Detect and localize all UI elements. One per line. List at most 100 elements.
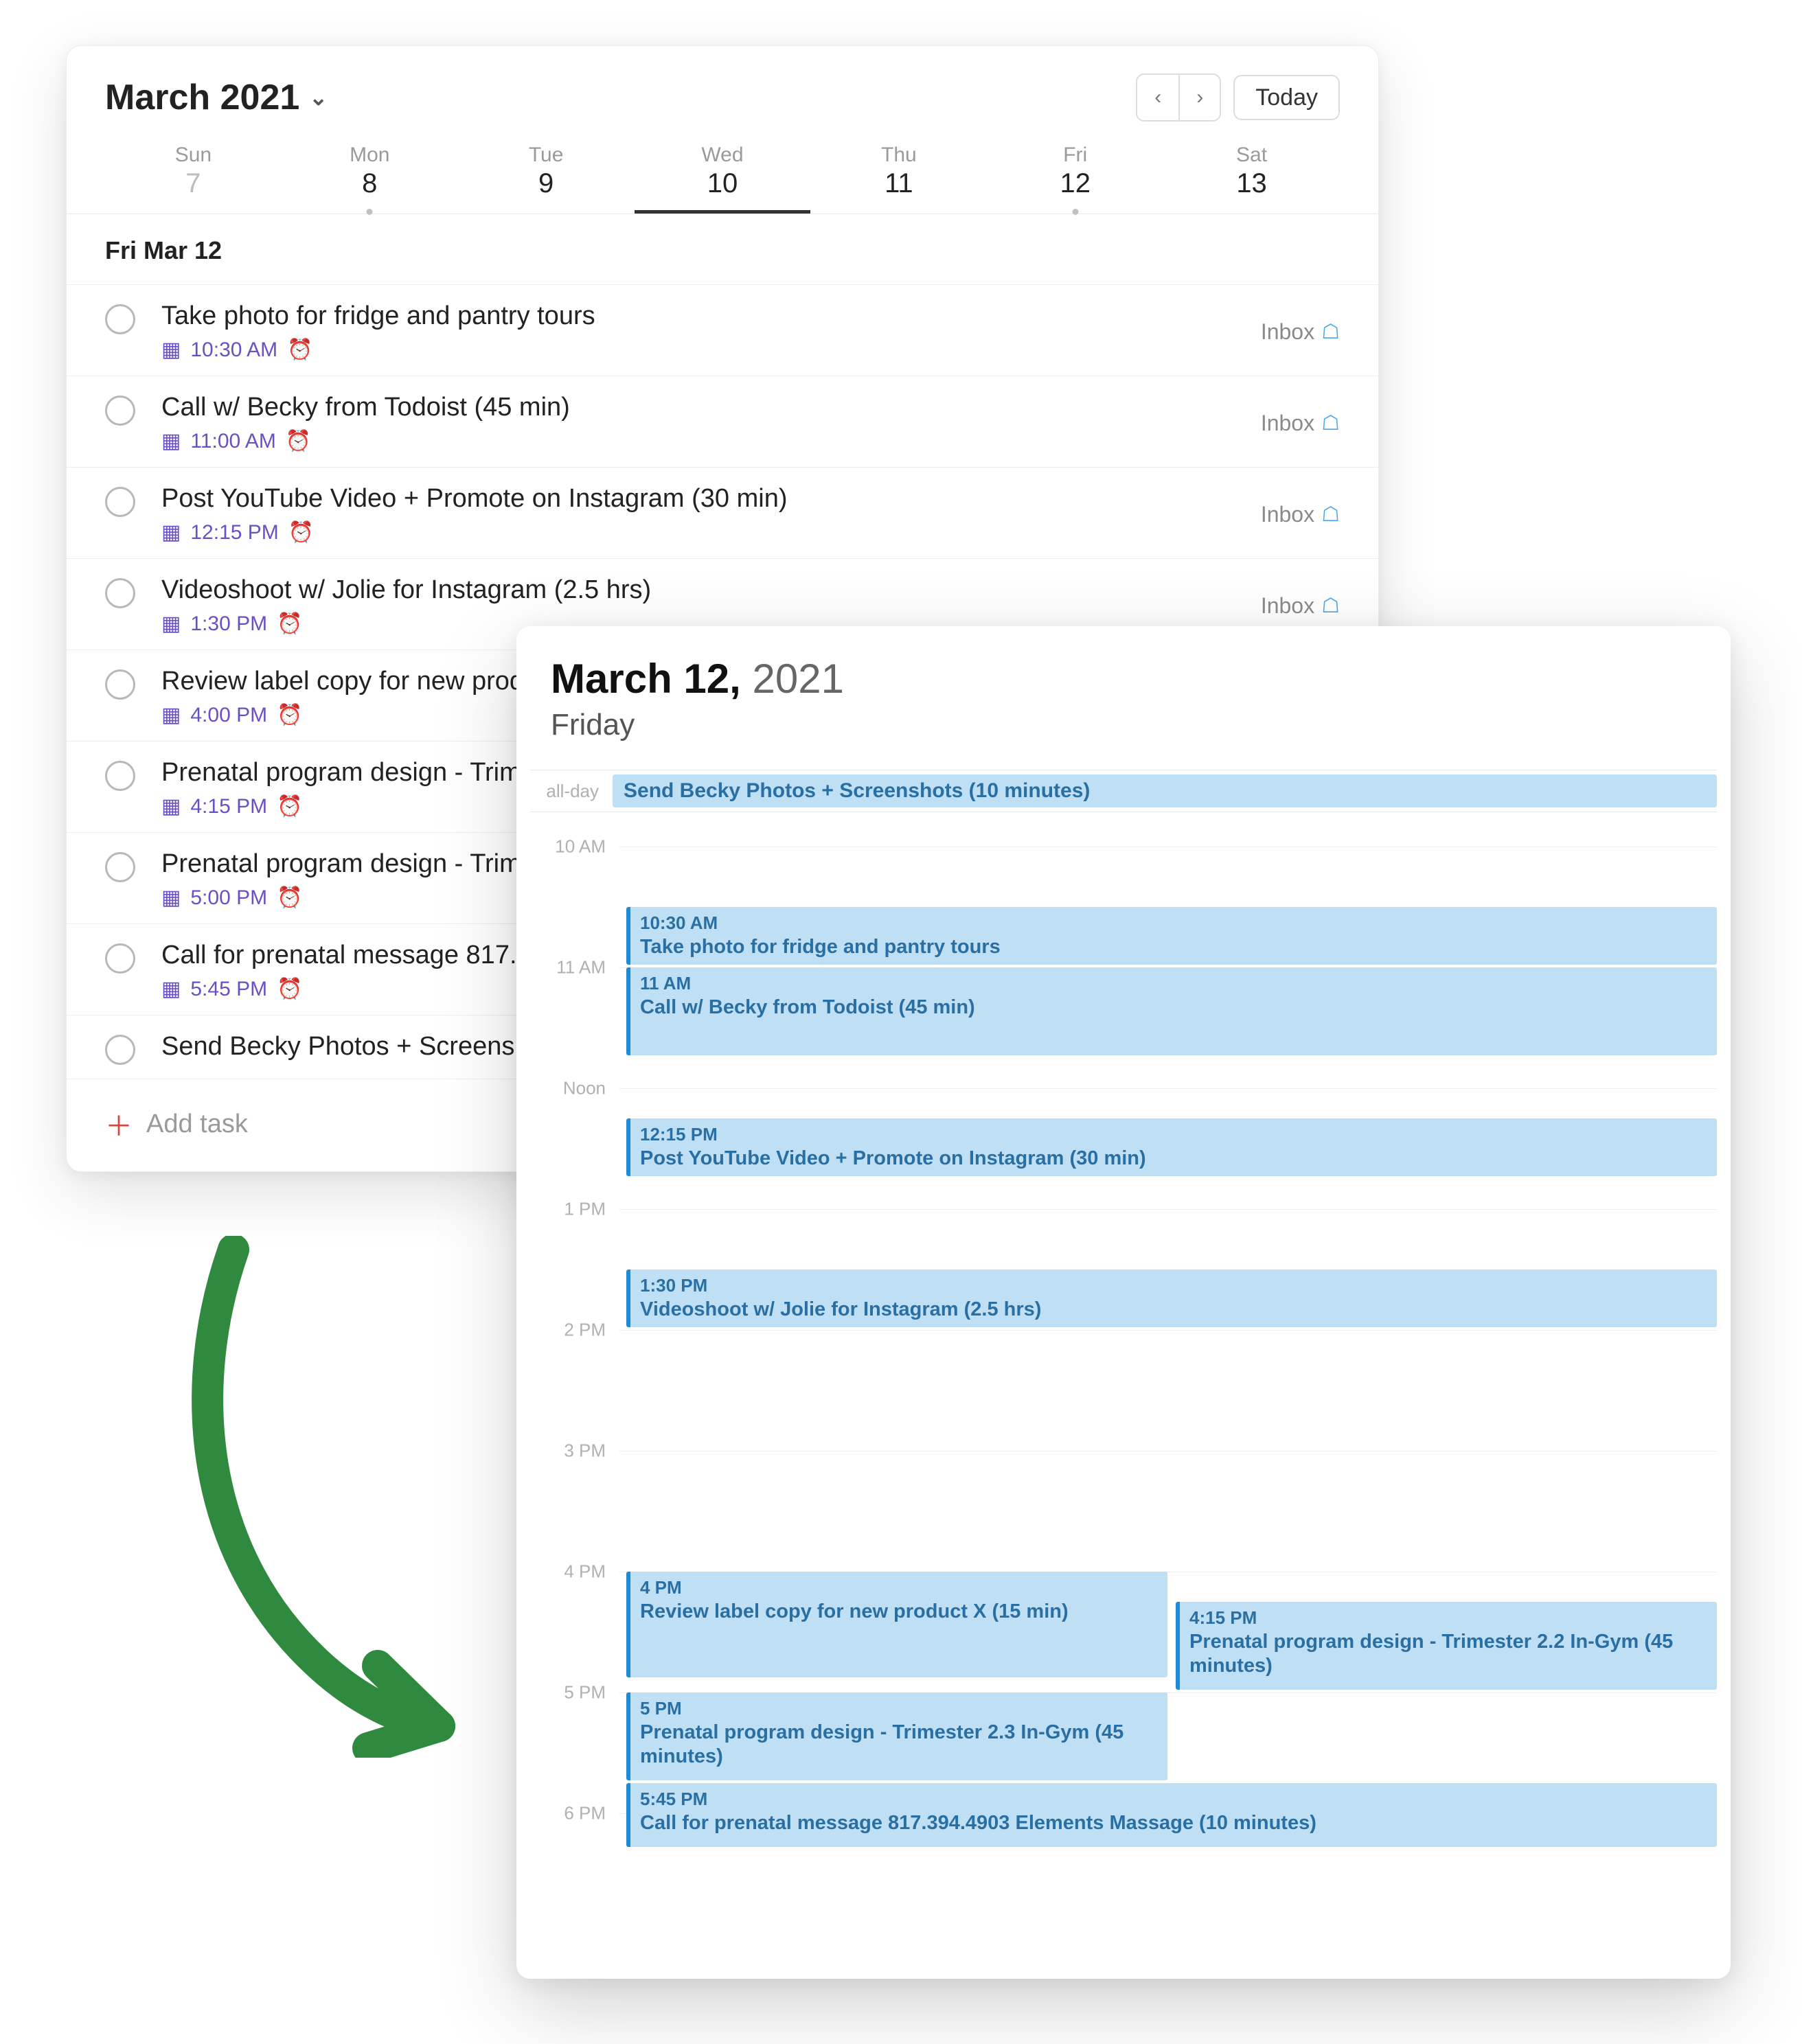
- task-checkbox[interactable]: [105, 487, 135, 517]
- task-project[interactable]: Inbox☖: [1261, 319, 1340, 345]
- hour-label: 5 PM: [516, 1682, 606, 1703]
- task-meta: ▦10:30 AM⏰: [161, 338, 1246, 362]
- chevron-down-icon: ⌄: [309, 84, 328, 111]
- alarm-icon: ⏰: [277, 977, 302, 1001]
- event-time: 4:15 PM: [1189, 1607, 1707, 1629]
- weekday-label: Thu: [810, 143, 987, 167]
- calendar-icon: ▦: [161, 977, 181, 1001]
- week-day[interactable]: Mon8: [282, 141, 458, 214]
- calendar-panel: March 12, 2021 Friday all-day Send Becky…: [516, 626, 1731, 1979]
- todoist-header: March 2021 ⌄ ‹ › Today: [67, 73, 1378, 122]
- hour-label: 1 PM: [516, 1199, 606, 1220]
- task-checkbox[interactable]: [105, 1035, 135, 1065]
- task-title: Take photo for fridge and pantry tours: [161, 301, 1246, 331]
- event-time: 5 PM: [640, 1698, 1158, 1719]
- task-body: Take photo for fridge and pantry tours ▦ 1…: [161, 301, 1246, 362]
- all-day-event[interactable]: Send Becky Photos + Screenshots (10 minu…: [613, 774, 1717, 807]
- month-title: March 2021: [105, 77, 299, 118]
- task-meta: ▦ 11:00 AM ⏰: [161, 429, 1246, 453]
- week-day[interactable]: Fri12: [987, 141, 1163, 214]
- calendar-icon: ▦: [161, 429, 181, 453]
- task-time: 5:00 PM: [190, 886, 267, 910]
- task-time: 10:30 AM: [190, 338, 277, 362]
- task-checkbox[interactable]: [105, 669, 135, 700]
- hour-gridline: [619, 1209, 1717, 1210]
- task-project[interactable]: Inbox☖: [1261, 593, 1340, 619]
- alarm-icon: ⏰: [277, 794, 302, 818]
- task-checkbox[interactable]: [105, 943, 135, 974]
- date-number: 12: [987, 168, 1163, 199]
- activity-dot-icon: [1072, 209, 1078, 215]
- alarm-icon: ⏰: [277, 886, 302, 910]
- event-time: 12:15 PM: [640, 1124, 1707, 1145]
- calendar-event[interactable]: 5:45 PMCall for prenatal message 817.394…: [626, 1783, 1717, 1847]
- event-title: Call for prenatal message 817.394.4903 E…: [640, 1811, 1707, 1835]
- task-checkbox[interactable]: [105, 852, 135, 882]
- task-row[interactable]: Post YouTube Video + Promote on Instagra…: [67, 468, 1378, 559]
- task-title: Post YouTube Video + Promote on Instagra…: [161, 484, 1246, 514]
- hour-gridline: [619, 1088, 1717, 1089]
- task-checkbox[interactable]: [105, 761, 135, 791]
- event-title: Review label copy for new product X (15 …: [640, 1600, 1158, 1624]
- event-title: Prenatal program design - Trimester 2.2 …: [1189, 1630, 1707, 1678]
- calendar-event[interactable]: 11 AMCall w/ Becky from Todoist (45 min): [626, 967, 1717, 1055]
- task-body: Post YouTube Video + Promote on Instagra…: [161, 484, 1246, 544]
- task-body: Call w/ Becky from Todoist (45 min) ▦ 11:0…: [161, 393, 1246, 453]
- week-day[interactable]: Sat13: [1163, 141, 1340, 214]
- calendar-event[interactable]: 12:15 PMPost YouTube Video + Promote on …: [626, 1118, 1717, 1176]
- month-selector[interactable]: March 2021 ⌄: [105, 77, 328, 118]
- calendar-icon: ▦: [161, 612, 181, 636]
- calendar-weekday: Friday: [551, 708, 1696, 742]
- task-title: Call w/ Becky from Todoist (45 min): [161, 393, 1246, 422]
- week-day[interactable]: Wed10: [635, 141, 811, 214]
- task-checkbox[interactable]: [105, 578, 135, 608]
- task-row[interactable]: Take photo for fridge and pantry tours ▦ 1…: [67, 285, 1378, 376]
- task-checkbox[interactable]: [105, 395, 135, 426]
- plus-icon: ＋: [105, 1104, 133, 1144]
- task-time: 11:00 AM: [190, 430, 276, 453]
- calendar-grid[interactable]: 10 AM11 AMNoon1 PM2 PM3 PM4 PM5 PM6 PM10…: [516, 826, 1731, 1979]
- prev-week-button[interactable]: ‹: [1137, 75, 1178, 120]
- task-meta: ▦12:15 PM⏰: [161, 520, 1246, 544]
- task-project[interactable]: Inbox☖: [1261, 411, 1340, 436]
- hour-label: 2 PM: [516, 1320, 606, 1341]
- calendar-icon: ▦: [161, 794, 181, 818]
- task-project[interactable]: Inbox☖: [1261, 502, 1340, 527]
- all-day-row: all-day Send Becky Photos + Screenshots …: [530, 770, 1717, 812]
- task-time: 12:15 PM: [190, 521, 278, 544]
- next-week-button[interactable]: ›: [1178, 75, 1220, 120]
- calendar-event[interactable]: 10:30 AMTake photo for fridge and pantry…: [626, 907, 1717, 965]
- date-number: 9: [458, 168, 635, 199]
- add-task-label: Add task: [146, 1110, 248, 1139]
- week-strip: Sun7Mon8Tue9Wed10Thu11Fri12Sat13: [67, 141, 1378, 214]
- alarm-icon: ⏰: [286, 429, 311, 453]
- task-row[interactable]: Call w/ Becky from Todoist (45 min) ▦ 11:0…: [67, 376, 1378, 468]
- calendar-icon: ▦: [161, 886, 181, 910]
- calendar-date-year: 2021: [741, 656, 844, 702]
- calendar-event[interactable]: 1:30 PMVideoshoot w/ Jolie for Instagram…: [626, 1270, 1717, 1327]
- event-title: Call w/ Becky from Todoist (45 min): [640, 996, 1707, 1020]
- project-label: Inbox: [1261, 411, 1314, 436]
- calendar-icon: ▦: [161, 338, 181, 362]
- today-button[interactable]: Today: [1233, 75, 1340, 120]
- event-time: 5:45 PM: [640, 1789, 1707, 1810]
- all-day-label: all-day: [530, 781, 613, 802]
- week-day[interactable]: Thu11: [810, 141, 987, 214]
- date-number: 8: [282, 168, 458, 199]
- project-label: Inbox: [1261, 502, 1314, 527]
- calendar-event[interactable]: 4 PMReview label copy for new product X …: [626, 1572, 1167, 1677]
- week-nav: ‹ ›: [1136, 73, 1221, 122]
- weekday-label: Fri: [987, 143, 1163, 167]
- weekday-label: Tue: [458, 143, 635, 167]
- date-number: 11: [810, 168, 987, 199]
- calendar-event[interactable]: 4:15 PMPrenatal program design - Trimest…: [1176, 1602, 1717, 1690]
- task-time: 4:15 PM: [190, 795, 267, 818]
- week-day[interactable]: Tue9: [458, 141, 635, 214]
- project-label: Inbox: [1261, 593, 1314, 619]
- alarm-icon: ⏰: [277, 703, 302, 727]
- task-checkbox[interactable]: [105, 304, 135, 334]
- event-title: Take photo for fridge and pantry tours: [640, 935, 1707, 959]
- week-day[interactable]: Sun7: [105, 141, 282, 214]
- hour-label: 3 PM: [516, 1440, 606, 1462]
- calendar-event[interactable]: 5 PMPrenatal program design - Trimester …: [626, 1692, 1167, 1780]
